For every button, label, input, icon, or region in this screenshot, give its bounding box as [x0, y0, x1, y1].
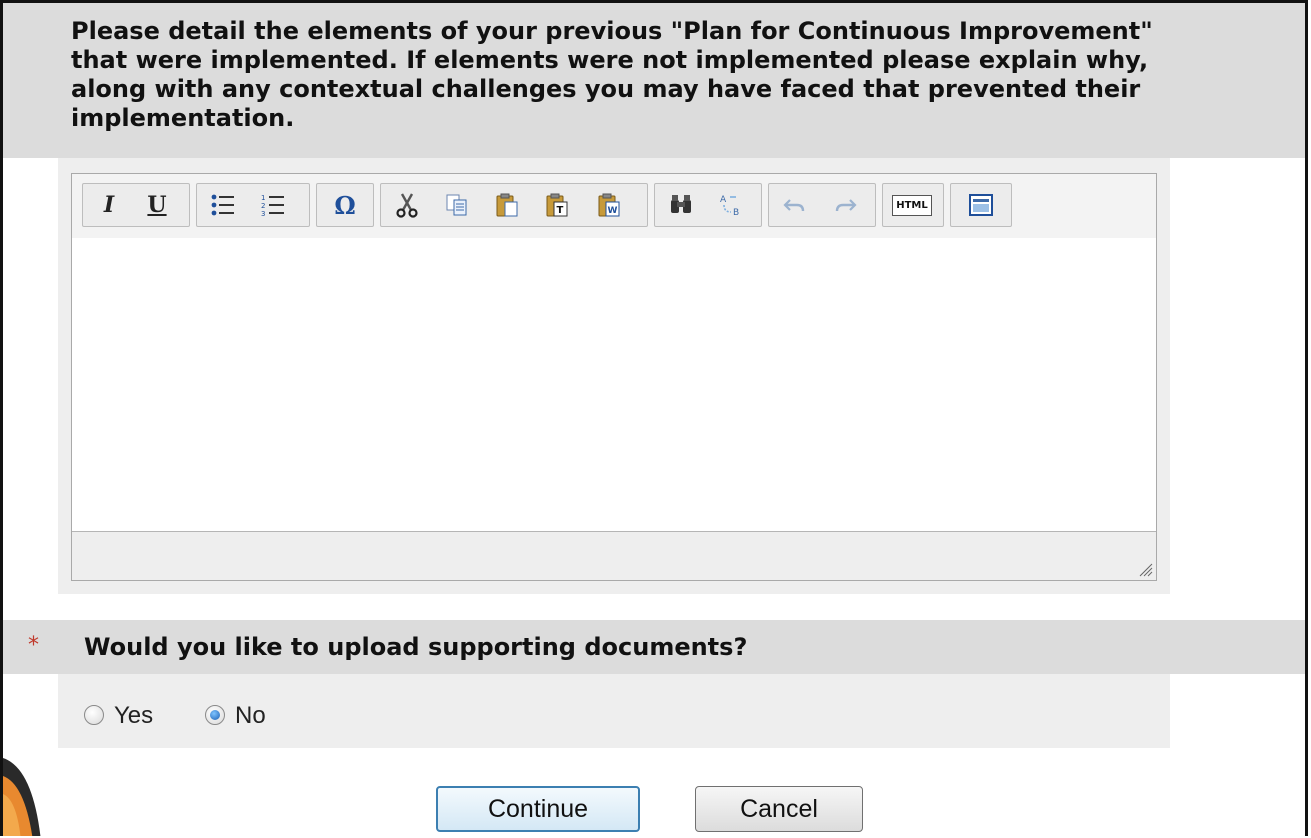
clipboard-group: T W: [380, 183, 648, 227]
redo-icon: [835, 199, 857, 212]
undo-button[interactable]: [779, 188, 811, 222]
fullscreen-group: [950, 183, 1012, 227]
html-label: HTML: [892, 194, 932, 216]
continue-button[interactable]: Continue: [436, 786, 640, 832]
underline-button[interactable]: U: [141, 188, 173, 222]
svg-text:B: B: [733, 208, 739, 218]
undo-icon: [783, 199, 805, 212]
question-body: [58, 674, 1170, 748]
numbered-list-button[interactable]: 1 2 3: [257, 188, 289, 222]
editor-status-bar: [72, 532, 1156, 580]
radio-no-label[interactable]: No: [235, 702, 266, 730]
paste-word-button[interactable]: W: [593, 188, 625, 222]
editor-text-area[interactable]: [72, 238, 1156, 532]
svg-text:A: A: [720, 195, 727, 205]
copy-icon: [446, 194, 467, 216]
html-source-button[interactable]: HTML: [889, 188, 935, 222]
required-marker: *: [28, 633, 39, 658]
paste-button[interactable]: [491, 188, 523, 222]
paste-word-icon: W: [598, 193, 620, 217]
bulleted-list-icon: [211, 194, 234, 216]
paste-text-button[interactable]: T: [541, 188, 573, 222]
special-char-group: Ω: [316, 183, 374, 227]
special-character-button[interactable]: Ω: [329, 188, 361, 222]
radio-yes-label[interactable]: Yes: [114, 702, 153, 730]
decorative-corner-graphic: [3, 748, 43, 836]
svg-text:T: T: [557, 205, 564, 216]
question-text: Would you like to upload supporting docu…: [84, 633, 748, 661]
bulleted-list-button[interactable]: [207, 188, 239, 222]
copy-button[interactable]: [441, 188, 473, 222]
find-group: A B: [654, 183, 762, 227]
find-button[interactable]: [665, 188, 697, 222]
form-window: Please detail the elements of your previ…: [0, 0, 1308, 836]
replace-icon: A B: [720, 195, 739, 218]
binoculars-icon: [671, 195, 691, 213]
format-group: I U: [82, 183, 190, 227]
clipboard-icon: [496, 193, 518, 217]
list-group: 1 2 3: [196, 183, 310, 227]
radio-no[interactable]: [205, 705, 225, 725]
resize-grip-icon[interactable]: [1137, 561, 1153, 577]
redo-button[interactable]: [829, 188, 861, 222]
replace-button[interactable]: A B: [715, 188, 747, 222]
paste-text-icon: T: [546, 193, 568, 217]
scissors-icon: [396, 193, 418, 218]
editor-toolbar: I U 1 2 3 Ω T W A B HTML: [72, 174, 1156, 239]
fullscreen-icon: [969, 194, 993, 216]
cancel-button[interactable]: Cancel: [695, 786, 863, 832]
rich-text-editor: I U 1 2 3 Ω T W A B HTML: [71, 173, 1157, 581]
svg-text:W: W: [608, 206, 618, 216]
italic-button[interactable]: I: [93, 188, 125, 222]
fullscreen-button[interactable]: [965, 188, 997, 222]
svg-text:2: 2: [261, 202, 265, 210]
numbered-list-icon: 1 2 3: [261, 194, 284, 218]
cut-button[interactable]: [391, 188, 423, 222]
question-text: Please detail the elements of your previ…: [71, 17, 1153, 132]
svg-text:3: 3: [261, 210, 265, 218]
history-group: [768, 183, 876, 227]
html-group: HTML: [882, 183, 944, 227]
radio-yes[interactable]: [84, 705, 104, 725]
svg-text:1: 1: [261, 194, 265, 202]
